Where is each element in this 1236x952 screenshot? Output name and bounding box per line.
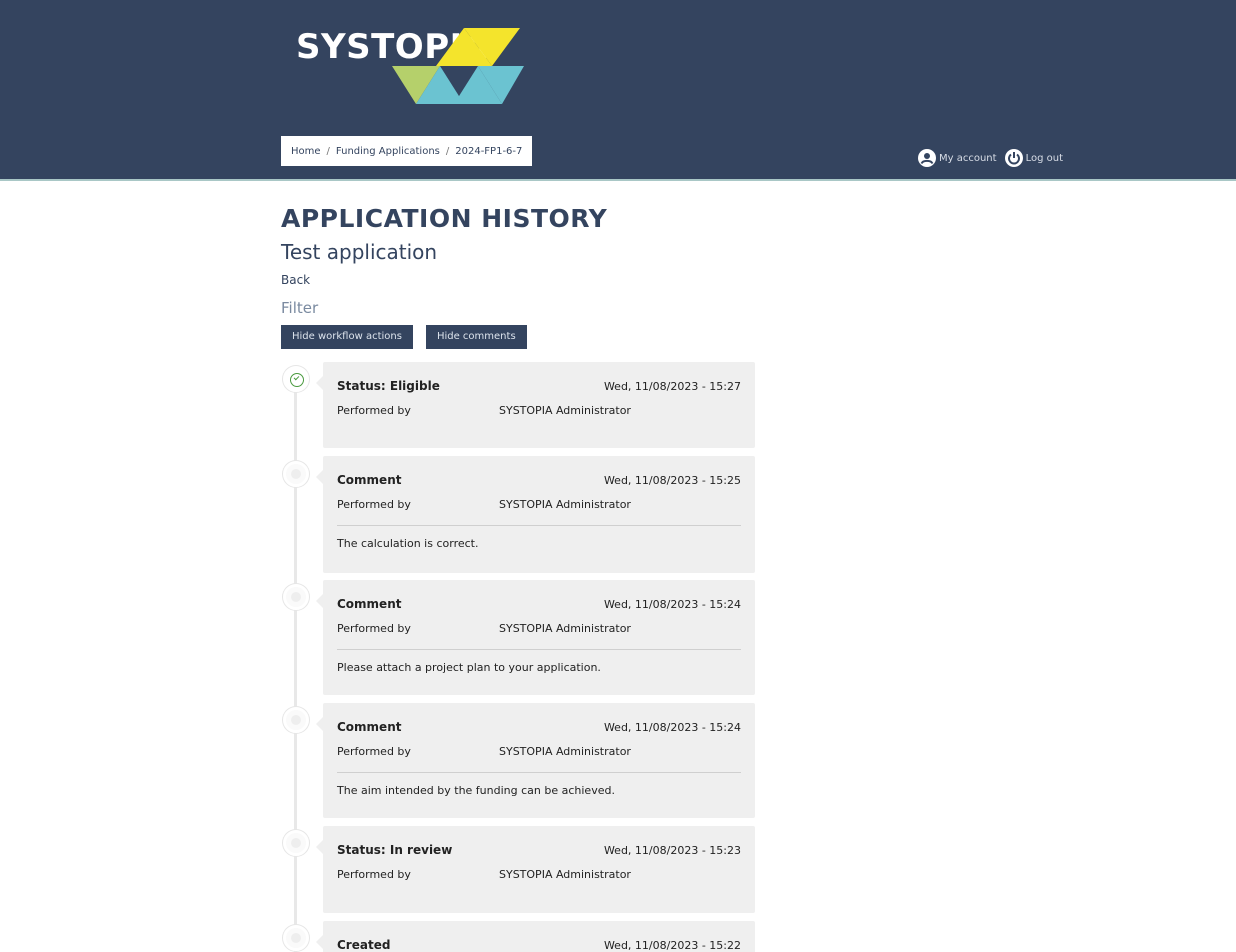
filter-buttons: Hide workflow actions Hide comments: [281, 325, 761, 349]
timeline-dot-icon: [283, 925, 309, 951]
logout-link[interactable]: Log out: [1004, 149, 1063, 167]
performed-by-label: Performed by: [337, 868, 411, 881]
history-card: Comment Wed, 11/08/2023 - 15:24 Performe…: [316, 703, 755, 818]
history-card: Status: Eligible Wed, 11/08/2023 - 15:27…: [316, 362, 755, 448]
entry-date: Wed, 11/08/2023 - 15:24: [603, 720, 741, 734]
performed-by-value: SYSTOPIA Administrator: [499, 498, 631, 511]
breadcrumb-funding-applications[interactable]: Funding Applications: [336, 146, 440, 157]
divider: [337, 649, 741, 650]
entry-title: Comment: [337, 473, 402, 487]
comment-text: The aim intended by the funding can be a…: [337, 784, 615, 797]
page-title: APPLICATION HISTORY: [281, 204, 608, 233]
breadcrumb: Home / Funding Applications / 2024-FP1-6…: [281, 136, 533, 166]
comment-text: Please attach a project plan to your app…: [337, 661, 601, 674]
timeline-dot-icon: [283, 584, 309, 610]
performed-by-label: Performed by: [337, 622, 411, 635]
my-account-link[interactable]: My account: [918, 149, 997, 167]
performed-by-label: Performed by: [337, 404, 411, 417]
history-card: Comment Wed, 11/08/2023 - 15:25 Performe…: [316, 456, 755, 573]
power-icon: [1004, 149, 1023, 167]
performed-by-value: SYSTOPIA Administrator: [499, 404, 631, 417]
main-content: APPLICATION HISTORY Test application Bac…: [281, 196, 761, 349]
back-link[interactable]: Back: [281, 268, 761, 296]
performed-by-value: SYSTOPIA Administrator: [499, 745, 631, 758]
performed-by-label: Performed by: [337, 745, 411, 758]
performed-by-value: SYSTOPIA Administrator: [499, 622, 631, 635]
timeline-dot-icon: [283, 830, 309, 856]
site-header: SYSTOPIA Home / Funding Applications / 2…: [0, 0, 1236, 181]
user-icon: [918, 149, 936, 167]
logo-triangles-icon: [392, 28, 524, 104]
entry-date: Wed, 11/08/2023 - 15:23: [603, 843, 741, 857]
entry-title: Created: [337, 938, 391, 952]
timeline-dot-icon: [283, 707, 309, 733]
entry-date: Wed, 11/08/2023 - 15:25: [603, 473, 741, 487]
divider: [337, 525, 741, 526]
breadcrumb-separator: /: [326, 145, 330, 157]
performed-by-value: SYSTOPIA Administrator: [499, 868, 631, 881]
comment-text: The calculation is correct.: [337, 537, 479, 550]
history-card: Created Wed, 11/08/2023 - 15:22: [316, 921, 755, 952]
entry-date: Wed, 11/08/2023 - 15:22: [603, 938, 741, 952]
history-card: Status: In review Wed, 11/08/2023 - 15:2…: [316, 826, 755, 913]
history-timeline: Status: Eligible Wed, 11/08/2023 - 15:27…: [281, 362, 761, 952]
breadcrumb-home[interactable]: Home: [291, 146, 321, 157]
history-card: Comment Wed, 11/08/2023 - 15:24 Performe…: [316, 580, 755, 695]
divider: [337, 772, 741, 773]
breadcrumb-current: 2024-FP1-6-7: [455, 145, 523, 157]
hide-comments-button[interactable]: Hide comments: [425, 325, 527, 349]
application-title: Test application: [281, 240, 438, 264]
breadcrumb-separator: /: [445, 145, 450, 157]
entry-date: Wed, 11/08/2023 - 15:27: [603, 379, 741, 393]
logout-label: Log out: [1025, 152, 1063, 164]
entry-title: Status: In review: [337, 843, 453, 857]
timeline-dot-icon: [283, 461, 309, 487]
filter-label: Filter: [281, 299, 319, 317]
entry-title: Comment: [337, 720, 402, 734]
check-circle-icon: [283, 366, 309, 392]
entry-title: Status: Eligible: [337, 379, 440, 393]
account-links: My account Log out: [918, 149, 1071, 167]
entry-date: Wed, 11/08/2023 - 15:24: [603, 597, 741, 611]
systopia-logo[interactable]: SYSTOPIA: [296, 26, 528, 106]
entry-title: Comment: [337, 597, 402, 611]
performed-by-label: Performed by: [337, 498, 411, 511]
hide-workflow-actions-button[interactable]: Hide workflow actions: [281, 325, 413, 349]
my-account-label: My account: [939, 152, 997, 164]
